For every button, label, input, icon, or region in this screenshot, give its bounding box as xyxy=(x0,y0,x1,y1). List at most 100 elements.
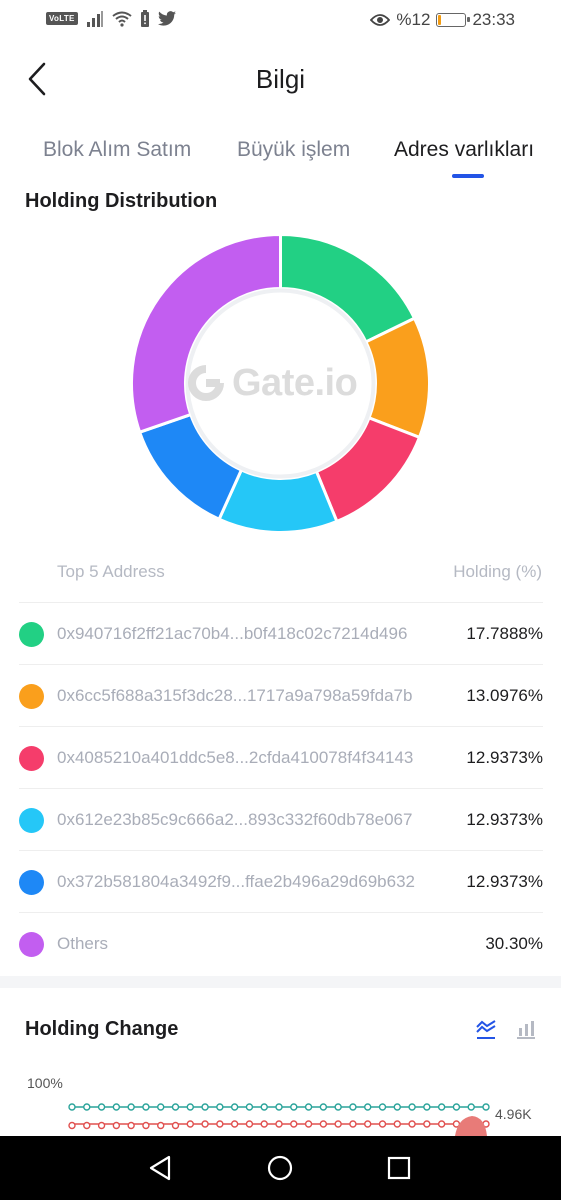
series-point xyxy=(452,1103,461,1111)
gate-logo-icon xyxy=(188,365,224,401)
series-point xyxy=(83,1121,91,1130)
series-point xyxy=(334,1103,342,1111)
series-point xyxy=(186,1120,194,1128)
eye-icon xyxy=(370,14,391,26)
legend-dot xyxy=(19,870,44,895)
series-point xyxy=(127,1103,135,1111)
chart-type-toggle xyxy=(475,1018,537,1040)
battery-level xyxy=(438,15,442,25)
battery-alert-icon xyxy=(140,10,149,27)
series-point xyxy=(393,1120,401,1128)
series-point xyxy=(127,1121,135,1130)
col-holding-header: Holding (%) xyxy=(453,562,542,581)
series-point xyxy=(157,1103,165,1111)
series-point xyxy=(378,1120,387,1128)
holder-percent: 30.30% xyxy=(485,934,543,953)
series-point xyxy=(393,1103,401,1111)
series-point xyxy=(349,1103,357,1111)
holding-change-title: Holding Change xyxy=(25,1018,179,1040)
series-point xyxy=(216,1103,224,1111)
series-point xyxy=(112,1121,121,1130)
series-point xyxy=(437,1120,446,1128)
status-bar: VoLTE %12 23:33 xyxy=(0,0,561,44)
series-point xyxy=(142,1121,150,1130)
holding-distribution-title: Holding Distribution xyxy=(25,190,218,212)
chart-highlight-marker xyxy=(455,1116,487,1136)
holder-row[interactable]: 0x612e23b85c9c666a2...893c332f60db78e067… xyxy=(19,788,543,850)
nav-home-icon[interactable] xyxy=(264,1152,296,1184)
series-point xyxy=(275,1103,283,1111)
series-point xyxy=(304,1103,313,1111)
page-title: Bilgi xyxy=(255,64,306,94)
series-point xyxy=(245,1120,254,1128)
legend-dot xyxy=(19,746,44,771)
gate-io-watermark: Gate.io xyxy=(186,360,376,406)
table-header: Top 5 Address Holding (%) xyxy=(0,562,561,602)
holder-row[interactable]: 0x4085210a401ddc5e8...2cfda410078f4f3414… xyxy=(19,726,543,788)
series-point xyxy=(290,1120,298,1128)
donut-slice[interactable] xyxy=(137,412,244,522)
holder-percent: 17.7888% xyxy=(466,624,543,643)
holder-percent: 12.9373% xyxy=(466,872,543,891)
nav-back-icon[interactable] xyxy=(145,1152,177,1184)
holder-row[interactable]: 0x372b581804a3492f9...ffae2b496a29d69b63… xyxy=(19,850,543,912)
holder-row[interactable]: 0x6cc5f688a315f3dc28...1717a9a798a59fda7… xyxy=(19,664,543,726)
status-left: VoLTE xyxy=(46,10,176,27)
donut-slice[interactable] xyxy=(279,233,417,344)
end-value-label: 4.96K xyxy=(495,1106,532,1122)
series-point xyxy=(364,1120,372,1128)
series-point xyxy=(201,1103,209,1111)
series-point xyxy=(97,1103,106,1111)
series-point xyxy=(171,1121,180,1130)
legend-dot xyxy=(19,932,44,957)
line-chart-icon[interactable] xyxy=(475,1018,497,1040)
holder-row[interactable]: Others 30.30% xyxy=(19,912,543,974)
series-point xyxy=(408,1103,416,1111)
signal-icon xyxy=(86,10,103,27)
watermark-text: Gate.io xyxy=(232,361,358,404)
holder-address: Others xyxy=(57,934,109,953)
series-point xyxy=(230,1120,239,1128)
holder-percent: 12.9373% xyxy=(466,748,543,767)
series-point xyxy=(260,1120,268,1128)
legend-dot xyxy=(19,808,44,833)
wifi-icon xyxy=(112,11,132,27)
series-point xyxy=(319,1120,328,1128)
series-point xyxy=(304,1120,313,1128)
tab-block-trade[interactable]: Blok Alım Satım xyxy=(43,138,191,162)
series-point xyxy=(275,1120,283,1128)
tab-large-trade[interactable]: Büyük işlem xyxy=(237,138,350,162)
battery-icon xyxy=(436,13,471,27)
series-point xyxy=(68,1103,76,1111)
series-point xyxy=(171,1103,180,1111)
bar-chart-icon[interactable] xyxy=(515,1018,537,1040)
series-point xyxy=(112,1103,121,1111)
col-address-header: Top 5 Address xyxy=(57,562,165,581)
clock: 23:33 xyxy=(472,10,515,29)
series-point xyxy=(157,1121,165,1130)
series-point xyxy=(201,1120,209,1128)
series-point xyxy=(423,1120,431,1128)
holding-change-lines xyxy=(68,1103,490,1136)
holder-list: 0x940716f2ff21ac70b4...b0f418c02c7214d49… xyxy=(19,602,543,974)
series-point xyxy=(334,1120,342,1128)
status-right: %12 23:33 xyxy=(370,10,515,30)
series-point xyxy=(319,1103,328,1111)
series-point xyxy=(83,1103,91,1111)
series-point xyxy=(482,1103,490,1111)
series-point xyxy=(97,1121,106,1130)
nav-recents-icon[interactable] xyxy=(383,1152,415,1184)
series-point xyxy=(378,1103,387,1111)
tab-address-holdings[interactable]: Adres varlıkları xyxy=(394,138,534,162)
holder-row[interactable]: 0x940716f2ff21ac70b4...b0f418c02c7214d49… xyxy=(19,602,543,664)
series-point xyxy=(467,1103,475,1111)
series-point xyxy=(216,1120,224,1128)
series-point xyxy=(290,1103,298,1111)
series-point xyxy=(423,1103,431,1111)
twitter-icon xyxy=(157,11,176,26)
tab-bar: ı Blok Alım Satım Büyük işlem Adres varl… xyxy=(0,126,561,180)
holder-address: 0x372b581804a3492f9...ffae2b496a29d69b63… xyxy=(57,872,415,891)
section-divider xyxy=(0,976,561,988)
holder-percent: 13.0976% xyxy=(466,686,543,705)
series-point xyxy=(68,1121,76,1130)
